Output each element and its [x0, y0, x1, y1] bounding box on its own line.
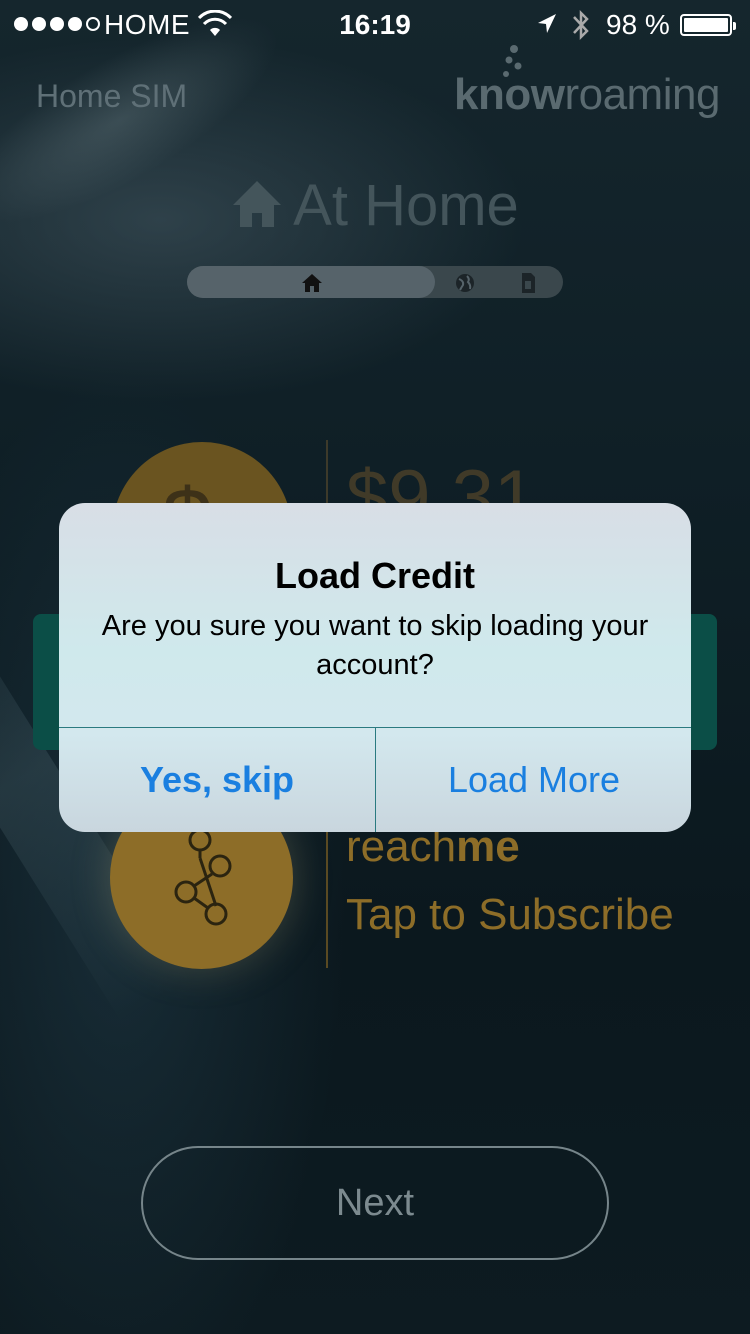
logo-prefix: know: [454, 70, 565, 119]
knowroaming-logo: knowroaming: [454, 70, 720, 120]
battery-percentage: 98 %: [606, 9, 670, 40]
reachme-nodes-icon: [174, 828, 232, 926]
status-bar: HOME 16:19 98 %: [0, 0, 750, 50]
alert-title: Load Credit: [274, 555, 475, 596]
mode-roaming-globe-icon[interactable]: [455, 273, 475, 298]
app-screen: HOME 16:19 98 % Home SIM knowroaming At …: [0, 0, 750, 1334]
divider: [326, 820, 328, 968]
logo-suffix: roaming: [564, 70, 720, 119]
mode-title: At Home: [0, 172, 750, 243]
sim-label: Home SIM: [36, 78, 188, 114]
location-arrow-icon: [536, 12, 558, 41]
subscribe-link[interactable]: Tap to Subscribe: [346, 890, 674, 940]
mode-home-icon[interactable]: [302, 274, 322, 297]
alert-message: Are you sure you want to skip loading yo…: [101, 610, 649, 681]
next-button[interactable]: Next: [141, 1146, 609, 1260]
load-credit-alert: Load Credit Are you sure you want to ski…: [59, 503, 691, 832]
mode-sim-icon[interactable]: [520, 273, 536, 298]
mode-switch[interactable]: [187, 266, 563, 298]
yes-skip-button[interactable]: Yes, skip: [59, 728, 375, 832]
battery-icon: [680, 14, 736, 36]
mode-title-text: At Home: [293, 173, 519, 238]
home-icon: [231, 176, 283, 243]
load-more-button[interactable]: Load More: [376, 728, 691, 832]
bluetooth-icon: [570, 9, 592, 46]
